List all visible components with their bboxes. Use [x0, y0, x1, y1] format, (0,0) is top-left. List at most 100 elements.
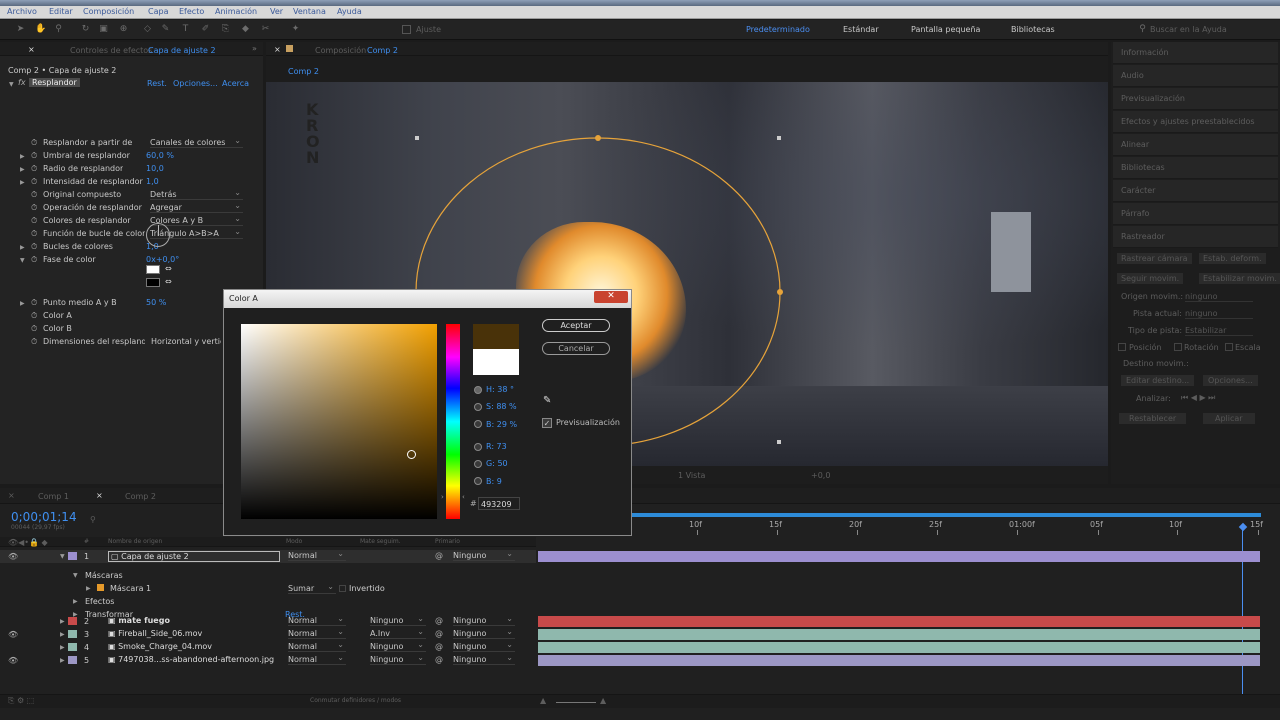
- timeline-tab-comp2[interactable]: Comp 2: [125, 492, 156, 501]
- effect-prop-value[interactable]: Canales de colores: [150, 136, 243, 148]
- timeline-footer-icons[interactable]: ⎘ ⚙ ⬚: [8, 696, 34, 706]
- chevron-right-icon[interactable]: ▶: [86, 585, 91, 592]
- menu-ver[interactable]: Ver: [270, 7, 283, 16]
- tracker-options-button[interactable]: Opciones...: [1203, 375, 1258, 386]
- twirl-icon[interactable]: ▼: [20, 257, 25, 264]
- close-icon[interactable]: ×: [274, 45, 281, 54]
- track-matte-dropdown[interactable]: Ninguno: [370, 640, 426, 652]
- stopwatch-icon[interactable]: ⏱: [31, 324, 37, 334]
- stabilize-motion-button[interactable]: Estabilizar movim.: [1199, 273, 1280, 284]
- hue-value[interactable]: H: 38 °: [486, 385, 514, 394]
- preview-checkbox[interactable]: ✓: [542, 418, 552, 428]
- composition-tab-label[interactable]: Composición: [315, 46, 366, 55]
- zoom-in-icon[interactable]: ▲: [600, 696, 606, 705]
- stopwatch-icon[interactable]: ⏱: [31, 164, 37, 174]
- invert-checkbox[interactable]: [339, 585, 346, 592]
- edit-target-button[interactable]: Editar destino...: [1121, 375, 1195, 386]
- stopwatch-icon[interactable]: ⏱: [31, 255, 37, 265]
- header-source-name[interactable]: Nombre de origen: [108, 538, 162, 545]
- close-icon[interactable]: ×: [96, 491, 103, 500]
- green-value[interactable]: G: 50: [486, 459, 508, 468]
- parent-dropdown[interactable]: Ninguno: [453, 627, 515, 639]
- twirl-icon[interactable]: ▼: [60, 553, 65, 560]
- red-value[interactable]: R: 73: [486, 442, 507, 451]
- twirl-icon[interactable]: ▶: [60, 631, 65, 638]
- twirl-icon[interactable]: ▶: [60, 657, 65, 664]
- stopwatch-icon[interactable]: ⏱: [31, 229, 37, 239]
- close-icon[interactable]: ×: [8, 491, 15, 500]
- motion-source-dropdown[interactable]: ninguno: [1185, 292, 1253, 302]
- hue-slider-right-arrow[interactable]: ‹: [462, 493, 465, 501]
- saturation-brightness-field[interactable]: [241, 324, 437, 519]
- stopwatch-icon[interactable]: ⏱: [31, 311, 37, 321]
- saturation-value[interactable]: S: 88 %: [486, 402, 517, 411]
- color-a-swatch[interactable]: [146, 265, 160, 274]
- layer-duration-bar[interactable]: [538, 629, 1260, 640]
- workspace-pantalla-pequena[interactable]: Pantalla pequeña: [911, 25, 980, 34]
- transform-reset-link[interactable]: Rest.: [285, 610, 305, 619]
- right-panel-tab[interactable]: Carácter: [1113, 180, 1278, 202]
- scale-checkbox[interactable]: [1225, 343, 1233, 351]
- red-radio[interactable]: [474, 443, 482, 451]
- layer-row[interactable]: 👁 ▶ 3 ▣ Fireball_Side_06.mov Normal A.Inv @ Nin…: [0, 627, 536, 641]
- layer-row[interactable]: ▶ 4 ▣ Smoke_Charge_04.mov Normal Ninguno @ Nin…: [0, 640, 536, 654]
- tracker-apply-button[interactable]: Aplicar: [1203, 413, 1255, 424]
- eraser-tool-icon[interactable]: ◆: [240, 24, 251, 35]
- effect-prop-value[interactable]: 10,0: [146, 164, 164, 173]
- help-search-input[interactable]: Buscar en la Ayuda: [1150, 25, 1227, 34]
- track-matte-dropdown[interactable]: Ninguno: [370, 653, 426, 665]
- effect-prop-value[interactable]: 0x+0,0°: [146, 255, 179, 264]
- pen-tool-icon[interactable]: ✎: [160, 24, 171, 35]
- hand-tool-icon[interactable]: ✋: [35, 24, 46, 35]
- workspace-predeterminado[interactable]: Predeterminado: [746, 25, 810, 34]
- menu-ventana[interactable]: Ventana: [293, 7, 326, 16]
- layer-mode-dropdown[interactable]: Normal: [288, 627, 346, 639]
- timeline-search-icon[interactable]: ⚲: [90, 515, 96, 524]
- stopwatch-icon[interactable]: ⏱: [31, 216, 37, 226]
- composition-tab-name[interactable]: Comp 2: [367, 46, 398, 55]
- menu-capa[interactable]: Capa: [148, 7, 168, 16]
- shape-tool-icon[interactable]: ◇: [142, 24, 153, 35]
- chevron-down-icon[interactable]: ▼: [73, 572, 78, 579]
- work-area-bar[interactable]: [538, 513, 1261, 517]
- effect-prop-value[interactable]: 1,0: [146, 177, 159, 186]
- layer-duration-bar[interactable]: [538, 642, 1260, 653]
- hue-slider[interactable]: [446, 324, 460, 519]
- about-link[interactable]: Acerca: [222, 79, 249, 88]
- blue-value[interactable]: B: 9: [486, 477, 502, 486]
- layer-color-label[interactable]: [68, 643, 77, 651]
- pickwhip-icon[interactable]: @: [435, 629, 443, 638]
- menu-ayuda[interactable]: Ayuda: [337, 7, 362, 16]
- mask1-label[interactable]: Máscara 1: [110, 584, 151, 593]
- menu-animacion[interactable]: Animación: [215, 7, 257, 16]
- right-panel-tab[interactable]: Rastreador: [1113, 226, 1278, 248]
- close-icon[interactable]: ✕: [594, 291, 628, 303]
- effect-prop-value[interactable]: 50 %: [146, 298, 166, 307]
- track-matte-dropdown[interactable]: A.Inv: [370, 627, 426, 639]
- pickwhip-icon[interactable]: @: [435, 655, 443, 664]
- effect-prop-value[interactable]: Detrás: [150, 188, 243, 200]
- pickwhip-icon[interactable]: @: [435, 551, 443, 560]
- eye-icon[interactable]: 👁: [8, 630, 18, 639]
- stopwatch-icon[interactable]: ⏱: [31, 298, 37, 308]
- brush-tool-icon[interactable]: ✐: [200, 24, 211, 35]
- color-picker-cursor[interactable]: [407, 450, 416, 459]
- position-checkbox[interactable]: [1118, 343, 1126, 351]
- twirl-icon[interactable]: ▶: [20, 153, 25, 160]
- options-link[interactable]: Opciones...: [173, 79, 218, 88]
- analyze-controls-icon[interactable]: ⏮ ◀ ▶ ⏭: [1181, 393, 1215, 403]
- cancel-button[interactable]: Cancelar: [542, 342, 610, 355]
- layer-name[interactable]: ▣ Fireball_Side_06.mov: [108, 629, 202, 638]
- layer-duration-bar[interactable]: [538, 655, 1260, 666]
- layer-color-label[interactable]: [68, 656, 77, 664]
- tracker-reset-button[interactable]: Restablecer: [1119, 413, 1187, 424]
- layer-name[interactable]: ▢ Capa de ajuste 2: [108, 551, 280, 562]
- effect-prop-value[interactable]: 60,0 %: [146, 151, 174, 160]
- brightness-value[interactable]: B: 29 %: [486, 420, 517, 429]
- track-type-dropdown[interactable]: Estabilizar: [1185, 326, 1253, 336]
- eye-icon[interactable]: 👁: [8, 552, 18, 561]
- layer-row[interactable]: 👁 ▶ 5 ▣ 7497038...ss-abandoned-afternoon.jp…: [0, 653, 536, 667]
- pan-behind-tool-icon[interactable]: ⊕: [118, 24, 129, 35]
- old-color-swatch[interactable]: [473, 349, 519, 375]
- effect-name[interactable]: Resplandor: [29, 78, 80, 87]
